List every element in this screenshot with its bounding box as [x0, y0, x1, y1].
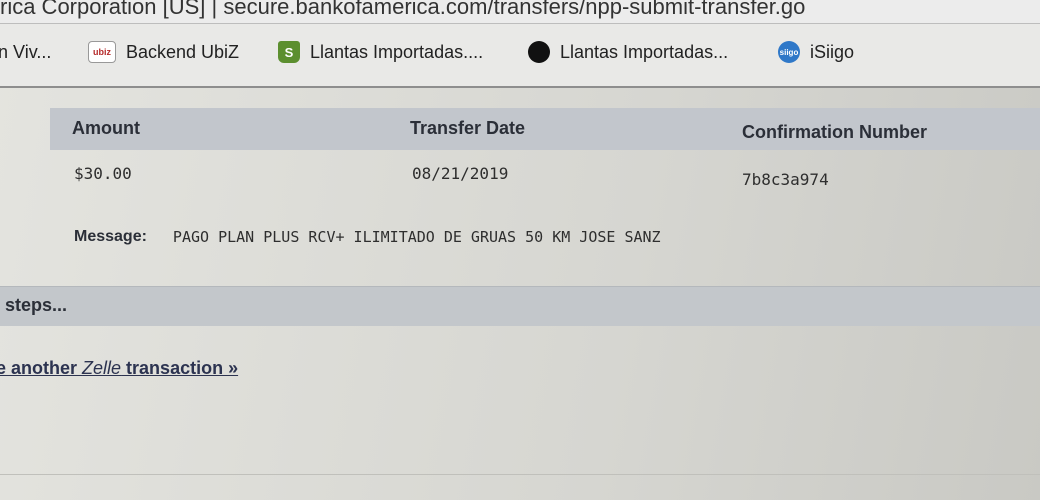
transfer-date-header: Transfer Date	[410, 118, 526, 138]
bookmark-llantas-shopify[interactable]: Llantas Importadas....	[278, 38, 483, 66]
message-row: Message: PAGO PLAN PLUS RCV+ ILIMITADO D…	[74, 222, 974, 252]
browser-window: rica Corporation [US] | secure.bankofame…	[0, 0, 1040, 500]
address-bar[interactable]: rica Corporation [US] | secure.bankofame…	[0, 0, 1040, 24]
bookmark-vivo[interactable]: n Viv...	[0, 38, 51, 66]
siigo-icon: siigo	[778, 41, 800, 63]
shopify-bag-icon	[278, 41, 300, 63]
transfer-confirmation: Amount Transfer Date Confirmation Number…	[0, 90, 1040, 500]
amount-value: $30.00	[74, 164, 132, 183]
bookmark-label: Llantas Importadas....	[310, 41, 484, 62]
next-steps-title: xt steps...	[0, 295, 68, 315]
confirmation-number-header: Confirmation Number	[742, 122, 928, 142]
bookmark-backend-ubiz[interactable]: ubiz Backend UbiZ	[88, 38, 239, 66]
ubiz-icon: ubiz	[88, 41, 116, 63]
bookmark-llantas-dark[interactable]: Llantas Importadas...	[528, 38, 728, 66]
bookmark-isiigo[interactable]: siigo iSiigo	[778, 38, 854, 66]
bookmarks-bar: n Viv... ubiz Backend UbiZ Llantas Impor…	[0, 24, 1040, 88]
link-suffix: transaction »	[121, 358, 239, 378]
make-another-zelle-transaction-link[interactable]: ke another Zelle transaction »	[0, 358, 238, 379]
divider	[0, 474, 1040, 475]
link-prefix: ke another	[0, 358, 78, 378]
amount-header: Amount	[72, 118, 140, 138]
message-label: Message:	[74, 228, 147, 245]
confirmation-number-value: 7b8c3a974	[742, 170, 829, 189]
transfer-date-value: 08/21/2019	[412, 164, 509, 183]
address-bar-text: rica Corporation [US] | secure.bankofame…	[0, 0, 806, 19]
bookmark-label: Backend UbiZ	[126, 41, 240, 62]
table-row: $30.00 08/21/2019 7b8c3a974	[50, 150, 1040, 200]
bookmark-label: Llantas Importadas...	[560, 41, 729, 62]
transfer-table-header: Amount Transfer Date Confirmation Number	[50, 108, 1040, 150]
bookmark-label: n Viv...	[0, 41, 52, 62]
bookmark-label: iSiigo	[810, 41, 855, 62]
message-text: PAGO PLAN PLUS RCV+ ILIMITADO DE GRUAS 5…	[172, 228, 661, 246]
dark-circle-icon	[528, 41, 550, 63]
next-steps-bar: xt steps...	[0, 286, 1040, 326]
zelle-brand: Zelle	[82, 358, 122, 378]
